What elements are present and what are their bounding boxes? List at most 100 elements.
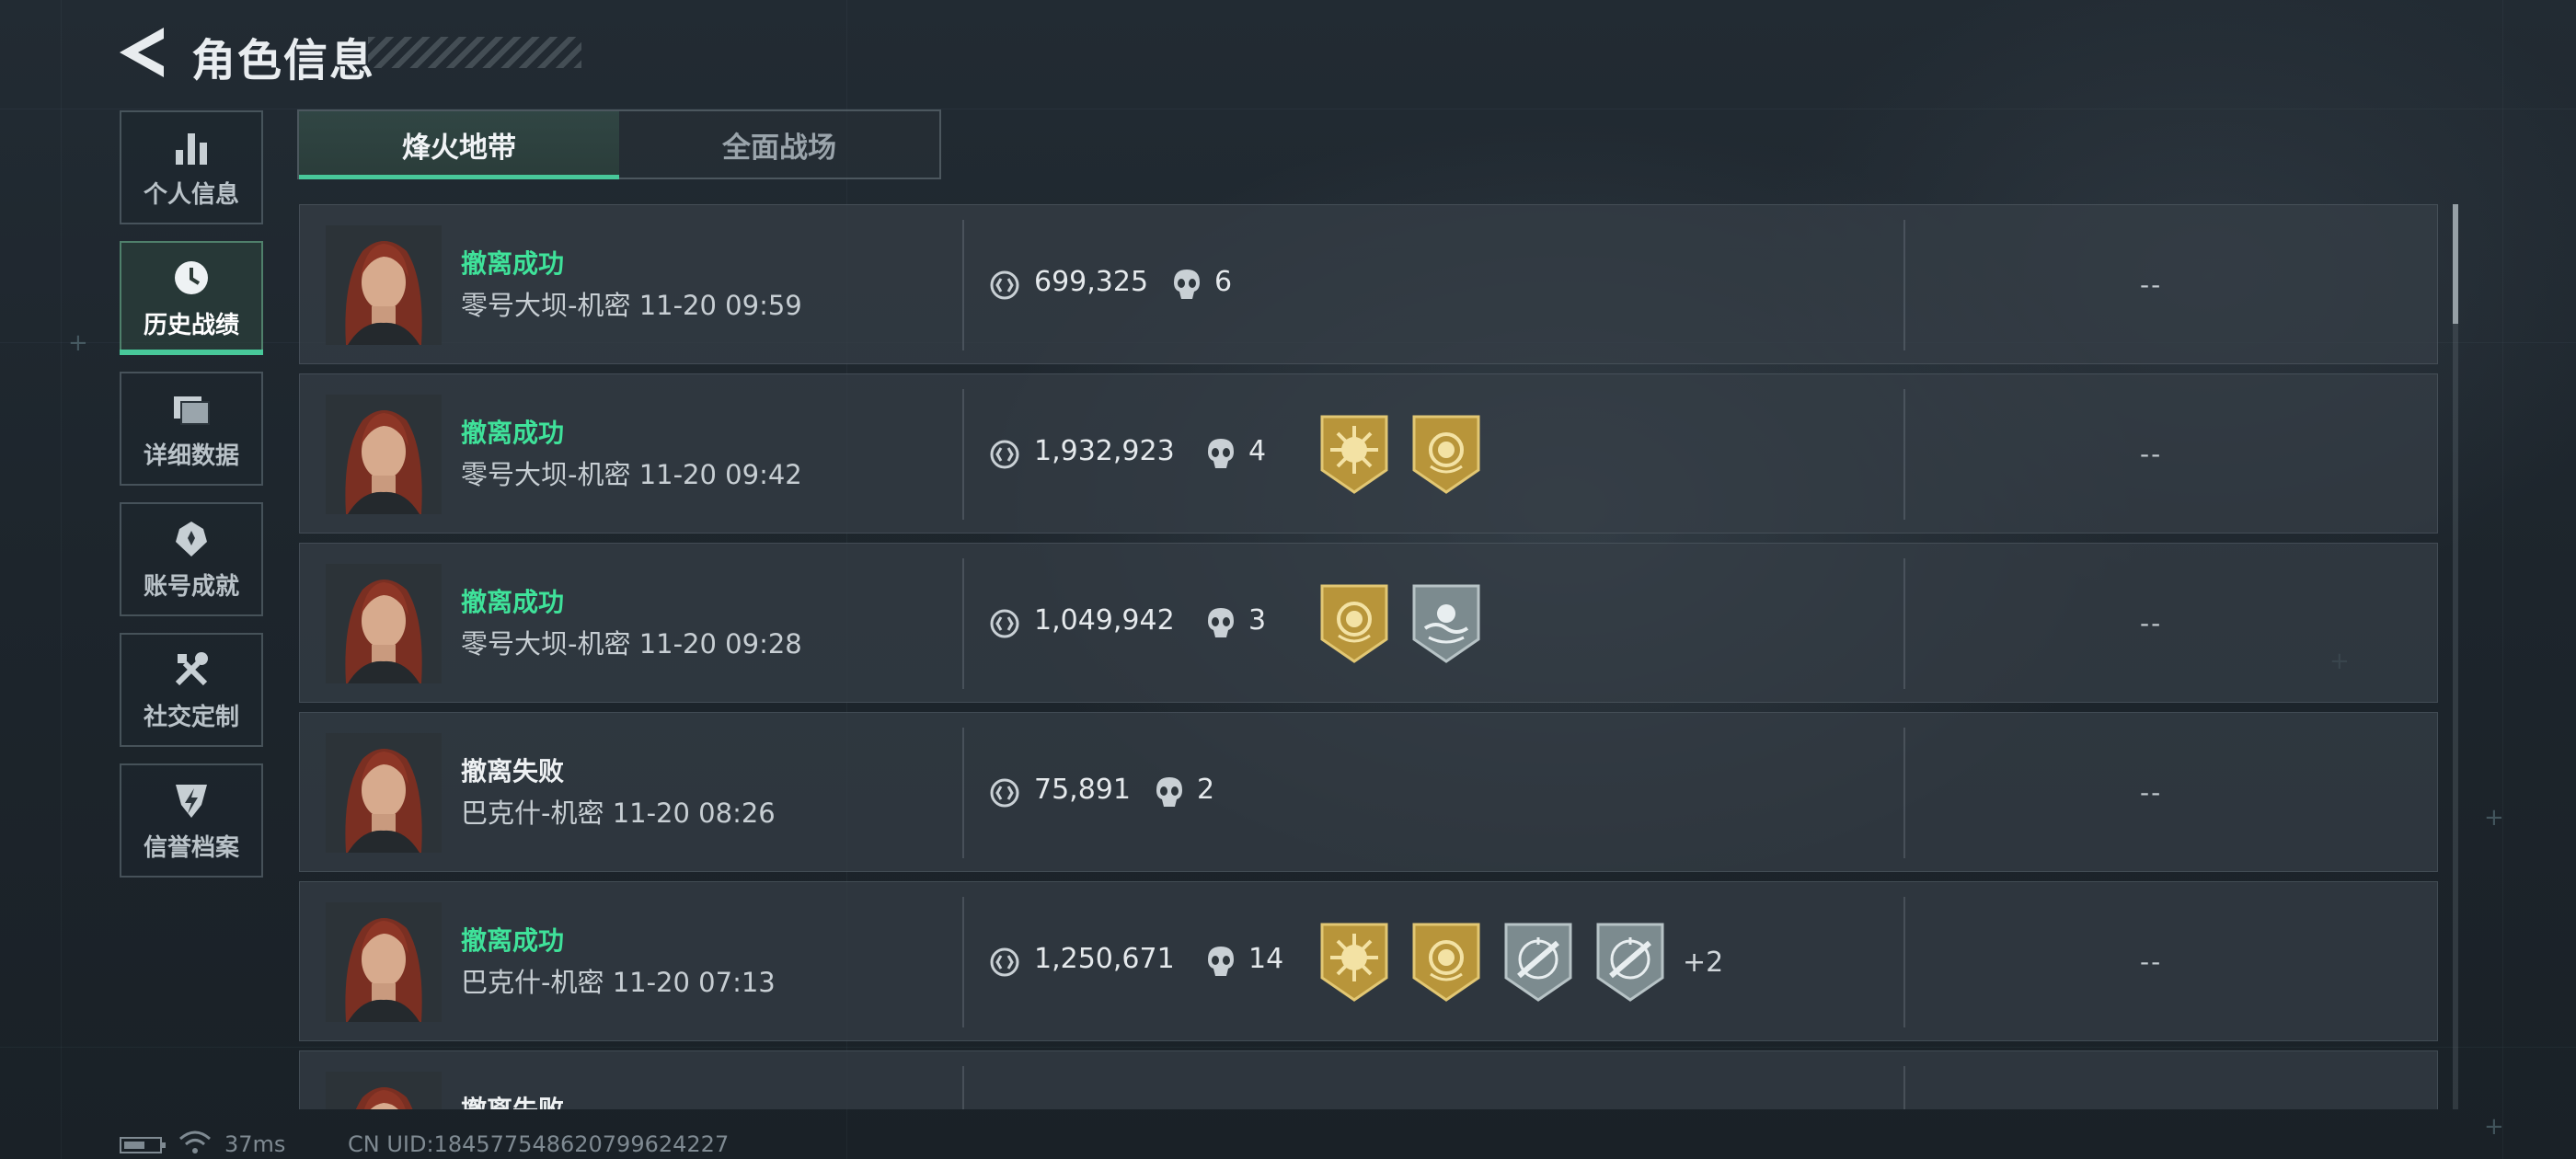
scrollbar-thumb[interactable] bbox=[2453, 204, 2458, 324]
column-divider bbox=[1903, 389, 1905, 520]
more-badges-count[interactable]: +2 bbox=[1683, 947, 1723, 979]
kill-count: 4 bbox=[1248, 435, 1267, 467]
loot-value: 1,049,942 bbox=[1034, 604, 1175, 637]
loot-value: 75,891 bbox=[1034, 774, 1131, 806]
page-title: 角色信息 bbox=[191, 35, 376, 86]
match-history-list[interactable]: 撤离成功 零号大坝-机密 11-20 09:59 699,325 6 -- 撤离成功 零号大… bbox=[299, 204, 2438, 1109]
kill-skull-icon bbox=[1208, 439, 1234, 468]
match-time: 11-20 08:26 bbox=[612, 798, 776, 829]
operator-avatar bbox=[326, 564, 442, 683]
match-record-row[interactable]: 撤离成功零号大坝-机密 11-20 09:28 1,049,942 3 -- bbox=[299, 543, 2438, 703]
kill-count: 3 bbox=[1248, 604, 1267, 637]
gold-coin-badge-icon[interactable] bbox=[1410, 921, 1482, 1004]
currency-coin-icon bbox=[990, 778, 1019, 808]
sidebar-item-achievements[interactable]: 账号成就 bbox=[120, 502, 263, 616]
sidebar-item-history[interactable]: 历史战绩 bbox=[120, 241, 263, 355]
map-name: 零号大坝-机密 bbox=[461, 290, 631, 321]
sidebar-item-personal-info[interactable]: 个人信息 bbox=[120, 110, 263, 224]
extra-info: -- bbox=[2140, 608, 2163, 638]
decor-cross: + bbox=[2484, 1113, 2504, 1141]
column-divider bbox=[1903, 897, 1905, 1027]
scrollbar-track[interactable] bbox=[2453, 204, 2458, 1109]
match-record-row[interactable]: 撤离成功 巴克什-机密 11-20 07:13 1,250,671 14 +2 -- bbox=[299, 881, 2438, 1041]
bar-chart-icon bbox=[176, 132, 207, 165]
map-and-time: 零号大坝-机密 11-20 09:59 bbox=[461, 284, 802, 323]
extraction-status: 撤离成功 bbox=[461, 587, 565, 617]
ping-readout: 37ms bbox=[224, 1131, 286, 1157]
currency-coin-icon bbox=[990, 440, 1019, 469]
column-divider bbox=[962, 558, 964, 689]
tab-full-battlefield[interactable]: 全面战场 bbox=[619, 111, 939, 178]
tools-icon bbox=[175, 651, 208, 685]
map-and-time: 零号大坝-机密 11-20 09:42 bbox=[461, 453, 802, 492]
match-time: 11-20 07:13 bbox=[612, 967, 776, 998]
map-and-time: 巴克什-机密 11-20 07:13 bbox=[461, 961, 776, 1000]
extraction-status: 撤离失败 bbox=[461, 756, 565, 786]
gold-sun-badge-icon[interactable] bbox=[1318, 413, 1390, 496]
sidebar-item-label: 社交定制 bbox=[143, 703, 239, 731]
column-divider bbox=[1903, 220, 1905, 350]
match-time: 11-20 09:28 bbox=[638, 628, 802, 660]
extra-info: -- bbox=[2140, 777, 2163, 808]
cards-icon bbox=[174, 396, 210, 425]
kill-count: 14 bbox=[1248, 943, 1284, 975]
silver-rifle-badge-icon[interactable] bbox=[1502, 921, 1574, 1004]
match-record-row[interactable]: 撤离失败 bbox=[299, 1050, 2438, 1109]
match-record-row[interactable]: 撤离成功 零号大坝-机密 11-20 09:42 1,932,923 4 -- bbox=[299, 373, 2438, 534]
extra-info: -- bbox=[2140, 947, 2163, 977]
silver-rifle-badge-icon[interactable] bbox=[1594, 921, 1666, 1004]
currency-coin-icon bbox=[990, 947, 1019, 977]
column-divider bbox=[1903, 728, 1905, 858]
column-divider bbox=[962, 220, 964, 350]
gold-coin-badge-icon[interactable] bbox=[1410, 413, 1482, 496]
map-and-time: 巴克什-机密 11-20 08:26 bbox=[461, 792, 776, 831]
kill-count: 2 bbox=[1197, 774, 1215, 806]
decor-cross: + bbox=[2484, 804, 2504, 832]
badge-list: +2 bbox=[1318, 921, 1723, 1004]
kill-count: 6 bbox=[1214, 266, 1233, 298]
back-arrow-icon[interactable] bbox=[118, 26, 166, 79]
gold-coin-badge-icon[interactable] bbox=[1318, 582, 1390, 665]
extraction-status: 撤离失败 bbox=[461, 1090, 564, 1109]
sidebar-item-social[interactable]: 社交定制 bbox=[120, 633, 263, 747]
mode-tabs: 烽火地带 全面战场 bbox=[297, 109, 941, 179]
sidebar-item-credit[interactable]: 信誉档案 bbox=[120, 763, 263, 878]
match-record-row[interactable]: 撤离失败巴克什-机密 11-20 08:26 75,891 2 -- bbox=[299, 712, 2438, 872]
extra-info: -- bbox=[2140, 439, 2163, 469]
tab-hazard-zone[interactable]: 烽火地带 bbox=[299, 111, 619, 179]
column-divider bbox=[1903, 558, 1905, 689]
column-divider bbox=[962, 728, 964, 858]
operator-avatar bbox=[326, 225, 442, 345]
extraction-status: 撤离成功 bbox=[461, 418, 565, 448]
match-record-row[interactable]: 撤离成功 零号大坝-机密 11-20 09:59 699,325 6 -- bbox=[299, 204, 2438, 364]
badge-list bbox=[1318, 582, 1482, 665]
operator-avatar bbox=[326, 902, 442, 1022]
currency-coin-icon bbox=[990, 609, 1019, 638]
decor-cross: + bbox=[68, 329, 88, 357]
sidebar-item-detail-data[interactable]: 详细数据 bbox=[120, 372, 263, 486]
sidebar-item-label: 历史战绩 bbox=[143, 311, 239, 339]
badge-list bbox=[1318, 413, 1482, 496]
map-and-time: 零号大坝-机密 11-20 09:28 bbox=[461, 623, 802, 661]
gold-sun-badge-icon[interactable] bbox=[1318, 921, 1390, 1004]
match-time: 11-20 09:42 bbox=[638, 459, 802, 490]
sidebar-item-label: 详细数据 bbox=[143, 442, 239, 470]
sidebar-item-label: 个人信息 bbox=[143, 180, 239, 209]
player-uid: CN UID:1845775486207996242​27 bbox=[348, 1131, 730, 1157]
map-name: 零号大坝-机密 bbox=[461, 459, 631, 490]
kill-skull-icon bbox=[1208, 608, 1234, 637]
extra-info: -- bbox=[2140, 270, 2163, 300]
silver-wave-badge-icon[interactable] bbox=[1410, 582, 1482, 665]
history-clock-icon bbox=[175, 260, 208, 294]
sidebar-item-label: 信誉档案 bbox=[143, 833, 239, 862]
battery-icon bbox=[120, 1137, 166, 1153]
extraction-status: 撤离成功 bbox=[461, 248, 565, 279]
column-divider bbox=[1903, 1066, 1905, 1109]
kill-skull-icon bbox=[1174, 270, 1200, 299]
kill-skull-icon bbox=[1156, 777, 1182, 807]
title-decoration bbox=[368, 37, 581, 68]
operator-avatar bbox=[326, 1072, 442, 1109]
credit-shield-icon bbox=[176, 784, 207, 818]
column-divider bbox=[962, 1066, 964, 1109]
operator-avatar bbox=[326, 395, 442, 514]
